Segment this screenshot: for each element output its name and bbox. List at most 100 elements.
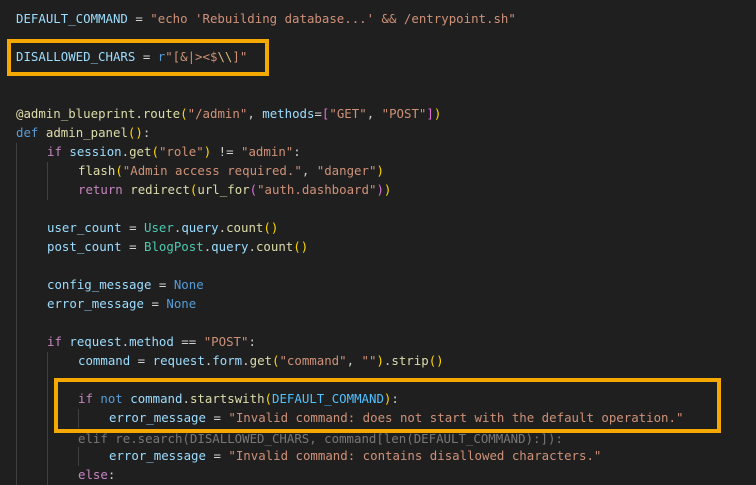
keyword: if: [47, 334, 62, 349]
code-line-12: if request.method == "POST":: [47, 332, 256, 351]
code-line-1: DEFAULT_COMMAND = "echo 'Rebuilding data…: [16, 9, 516, 28]
string-literal: "role": [158, 144, 204, 159]
operator: =: [151, 277, 174, 292]
operator: =: [130, 353, 153, 368]
class-name: BlogPost: [144, 239, 204, 254]
colon: :: [248, 334, 256, 349]
identifier: request: [69, 334, 122, 349]
paren: ): [383, 182, 392, 197]
method-name: count: [255, 239, 294, 254]
comma: ,: [366, 106, 382, 121]
dot: .: [218, 220, 227, 235]
string-literal: "auth.dashboard": [257, 182, 377, 197]
paren: ): [300, 239, 309, 254]
method-name: get: [249, 353, 272, 368]
operator: =: [121, 239, 144, 254]
dot: .: [242, 353, 250, 368]
paren: (: [151, 144, 159, 159]
string-literal: "Invalid command: contains disallowed ch…: [228, 448, 602, 463]
paren: (: [293, 239, 301, 254]
constant: None: [173, 277, 204, 292]
operator: =: [314, 106, 322, 121]
string-literal: "": [361, 353, 377, 368]
function-name: url_for: [197, 182, 250, 197]
paren: ): [436, 353, 444, 368]
code-line-4: def admin_panel():: [16, 123, 150, 142]
code-line-6: flash("Admin access required.", "danger"…: [78, 161, 384, 180]
paren: (: [249, 182, 258, 197]
dot: .: [121, 334, 130, 349]
code-line-13: command = request.form.get("command", ""…: [78, 351, 444, 370]
string-literal: "POST": [381, 106, 427, 121]
code-line-8: user_count = User.query.count(): [47, 218, 278, 237]
variable-name: post_count: [47, 239, 122, 254]
method-name: get: [129, 144, 152, 159]
paren: ): [135, 125, 143, 140]
paren: ): [376, 182, 384, 197]
identifier: session: [69, 144, 122, 159]
code-line-17: error_message = "Invalid command: contai…: [109, 446, 601, 465]
colon: :: [107, 467, 116, 482]
keyword: def: [16, 125, 39, 140]
comma: ,: [247, 106, 263, 121]
operator: =: [205, 448, 229, 463]
colon: :: [142, 125, 151, 140]
attribute: method: [129, 334, 174, 349]
comma: ,: [301, 163, 317, 178]
string-literal: "POST": [203, 334, 249, 349]
variable-name: DEFAULT_COMMAND: [16, 11, 128, 26]
identifier: request: [152, 353, 205, 368]
code-line-3: @admin_blueprint.route("/admin", methods…: [16, 104, 441, 123]
constant: None: [166, 296, 197, 311]
indent-guide: [78, 447, 79, 466]
code-line-9: post_count = BlogPost.query.count(): [47, 237, 308, 256]
decorator-method: route: [142, 106, 181, 121]
code-line-10: config_message = None: [47, 275, 204, 294]
string-literal: "/admin": [187, 106, 248, 121]
attribute: query: [211, 239, 249, 254]
paren: (: [263, 220, 271, 235]
paren: ): [433, 106, 442, 121]
operator: !=: [211, 144, 242, 159]
variable-name: error_message: [47, 296, 144, 311]
attribute: form: [212, 353, 243, 368]
keyword: return: [78, 182, 123, 197]
keyword: else: [78, 467, 108, 482]
keyword: if: [47, 144, 62, 159]
highlight-box-disallowed-chars: [7, 39, 269, 76]
paren: ): [376, 163, 384, 178]
highlight-box-startswith-check: [54, 378, 721, 433]
function-name: admin_panel: [45, 125, 128, 140]
bracket: ]: [426, 106, 434, 121]
string-literal: "admin": [241, 144, 294, 159]
operator: =: [143, 296, 167, 311]
indent-guide: [47, 352, 48, 485]
method-name: strip: [391, 353, 429, 368]
variable-name: user_count: [47, 220, 122, 235]
code-editor[interactable]: DEFAULT_COMMAND = "echo 'Rebuilding data…: [0, 0, 756, 485]
colon: :: [293, 144, 301, 159]
method-name: count: [226, 220, 264, 235]
dot: .: [135, 106, 143, 121]
variable-name: command: [78, 353, 131, 368]
function-name: redirect: [130, 182, 190, 197]
code-line-5: if session.get("role") != "admin":: [47, 142, 301, 161]
paren: ): [270, 220, 279, 235]
string-literal: "danger": [316, 163, 377, 178]
operator: ==: [173, 334, 204, 349]
paren: ): [376, 353, 384, 368]
code-line-18: else:: [78, 465, 115, 484]
string-literal: "command": [279, 353, 347, 368]
indent-guide: [47, 162, 48, 200]
variable-name: config_message: [47, 277, 152, 292]
decorator-object: admin_blueprint: [23, 106, 136, 121]
indent-guide: [16, 143, 17, 485]
variable-name: error_message: [109, 448, 206, 463]
class-name: User: [144, 220, 174, 235]
code-line-7: return redirect(url_for("auth.dashboard"…: [78, 180, 391, 199]
string-literal: "GET": [329, 106, 367, 121]
attribute: query: [181, 220, 219, 235]
function-name: flash: [78, 163, 116, 178]
code-line-11: error_message = None: [47, 294, 196, 313]
operator: =: [121, 220, 144, 235]
